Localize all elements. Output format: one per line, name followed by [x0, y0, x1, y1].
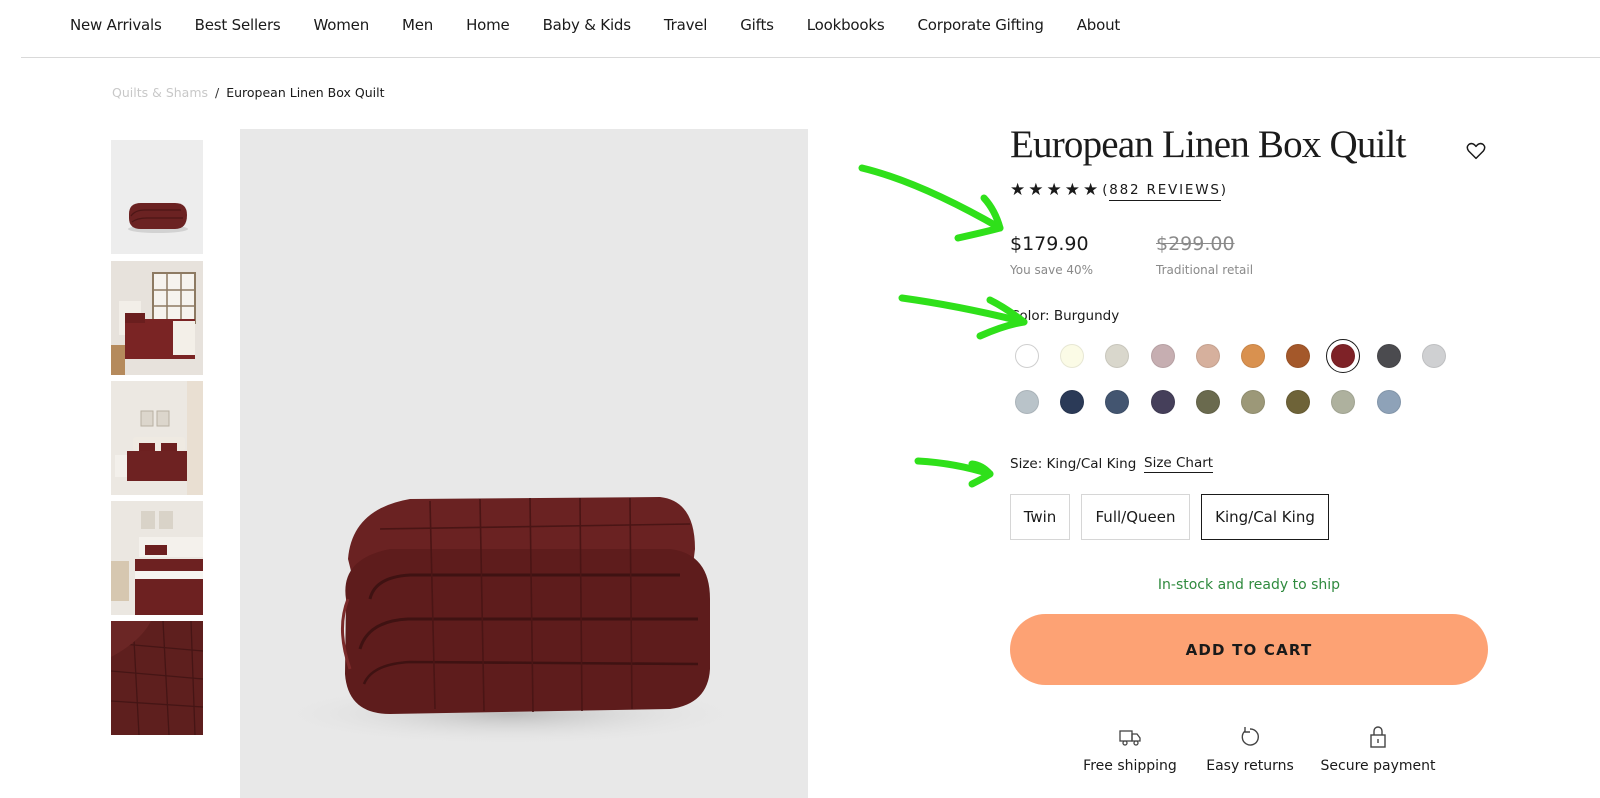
color-swatch-13[interactable] [1105, 390, 1130, 414]
main-product-image[interactable] [240, 129, 808, 798]
nav-item-new-arrivals[interactable]: New Arrivals [70, 16, 162, 34]
heart-icon[interactable] [1465, 140, 1487, 162]
product-title: European Linen Box Quilt [1010, 123, 1406, 166]
size-option-full-queen[interactable]: Full/Queen [1081, 494, 1190, 540]
perk-easy-returns: Easy returns [1200, 724, 1300, 774]
color-swatch-9[interactable] [1376, 344, 1401, 368]
stock-status: In-stock and ready to ship [1157, 577, 1341, 593]
color-swatch-3[interactable] [1105, 344, 1130, 368]
color-swatch-18[interactable] [1331, 390, 1356, 414]
size-label: Size: King/Cal King [1010, 456, 1137, 472]
reviews-close-paren: ) [1220, 182, 1228, 198]
thumbnail-bedroom-window[interactable] [111, 261, 203, 375]
perk-free-shipping: Free shipping [1070, 724, 1190, 774]
nav-item-about[interactable]: About [1077, 16, 1121, 34]
annotation-arrow-size-head [968, 460, 994, 488]
breadcrumb: Quilts & Shams / European Linen Box Quil… [112, 85, 385, 100]
thumbnail-folded-quilt[interactable] [111, 140, 203, 254]
color-swatch-6[interactable] [1241, 344, 1265, 368]
nav-item-men[interactable]: Men [402, 16, 433, 34]
nav-item-lookbooks[interactable]: Lookbooks [807, 16, 885, 34]
nav-item-corporate-gifting[interactable]: Corporate Gifting [917, 16, 1043, 34]
nav-item-gifts[interactable]: Gifts [740, 16, 774, 34]
nav-item-women[interactable]: Women [314, 16, 370, 34]
sale-price: $179.90 [1010, 233, 1089, 255]
perk-label: Easy returns [1206, 758, 1294, 774]
annotation-arrow-price-head [954, 194, 1004, 242]
top-navigation: New Arrivals Best Sellers Women Men Home… [0, 0, 1600, 58]
color-swatch-2[interactable] [1060, 344, 1085, 368]
size-chart-link[interactable]: Size Chart [1144, 455, 1214, 473]
reviews-count: 882 REVIEWS [1109, 182, 1221, 201]
breadcrumb-current: European Linen Box Quilt [226, 85, 385, 100]
lock-icon [1370, 726, 1386, 748]
color-swatch-16[interactable] [1241, 390, 1265, 414]
thumbnail-bedroom-art[interactable] [111, 381, 203, 495]
color-swatch-1[interactable] [1015, 344, 1039, 368]
rating-summary: ★★★★★ (882 REVIEWS) [1010, 180, 1228, 201]
savings-text: You save 40% [1010, 263, 1094, 277]
original-price: $299.00 [1156, 233, 1235, 255]
color-swatch-17[interactable] [1286, 390, 1311, 414]
original-price-label: Traditional retail [1156, 263, 1254, 277]
color-label: Color: Burgundy [1010, 308, 1120, 324]
star-rating-icon: ★★★★★ [1010, 180, 1102, 199]
thumbnail-bedroom-bedside[interactable] [111, 501, 203, 615]
color-swatch-19[interactable] [1376, 390, 1401, 414]
color-swatch-5[interactable] [1195, 344, 1220, 368]
color-swatch-15[interactable] [1195, 390, 1220, 414]
perk-label: Free shipping [1083, 758, 1177, 774]
nav-item-travel[interactable]: Travel [664, 16, 708, 34]
reviews-link[interactable]: (882 REVIEWS) [1102, 182, 1228, 201]
thumbnail-quilt-detail[interactable] [111, 621, 203, 735]
size-option-king-cal-king[interactable]: King/Cal King [1201, 494, 1329, 540]
nav-item-best-sellers[interactable]: Best Sellers [195, 16, 281, 34]
breadcrumb-link-quilts-shams[interactable]: Quilts & Shams [112, 85, 208, 100]
return-arrow-icon [1241, 727, 1259, 746]
color-swatch-12[interactable] [1060, 390, 1085, 414]
annotation-arrow-price [858, 164, 1004, 232]
nav-item-baby-kids[interactable]: Baby & Kids [543, 16, 631, 34]
annotation-arrow-color [898, 294, 1028, 326]
color-swatch-4[interactable] [1150, 344, 1175, 368]
nav-divider [21, 57, 1600, 58]
add-to-cart-button[interactable]: ADD TO CART [1010, 614, 1488, 685]
color-swatch-7[interactable] [1286, 344, 1311, 368]
annotation-arrow-size [914, 457, 994, 478]
breadcrumb-separator: / [215, 85, 220, 100]
nav-list: New Arrivals Best Sellers Women Men Home… [70, 16, 1153, 34]
size-option-twin[interactable]: Twin [1010, 494, 1070, 540]
color-swatch-14[interactable] [1150, 390, 1175, 414]
truck-icon [1119, 730, 1141, 746]
color-swatch-11[interactable] [1015, 390, 1039, 414]
color-swatch-10[interactable] [1421, 344, 1446, 368]
perk-label: Secure payment [1320, 758, 1436, 774]
nav-item-home[interactable]: Home [466, 16, 510, 34]
perk-secure-payment: Secure payment [1318, 724, 1438, 774]
